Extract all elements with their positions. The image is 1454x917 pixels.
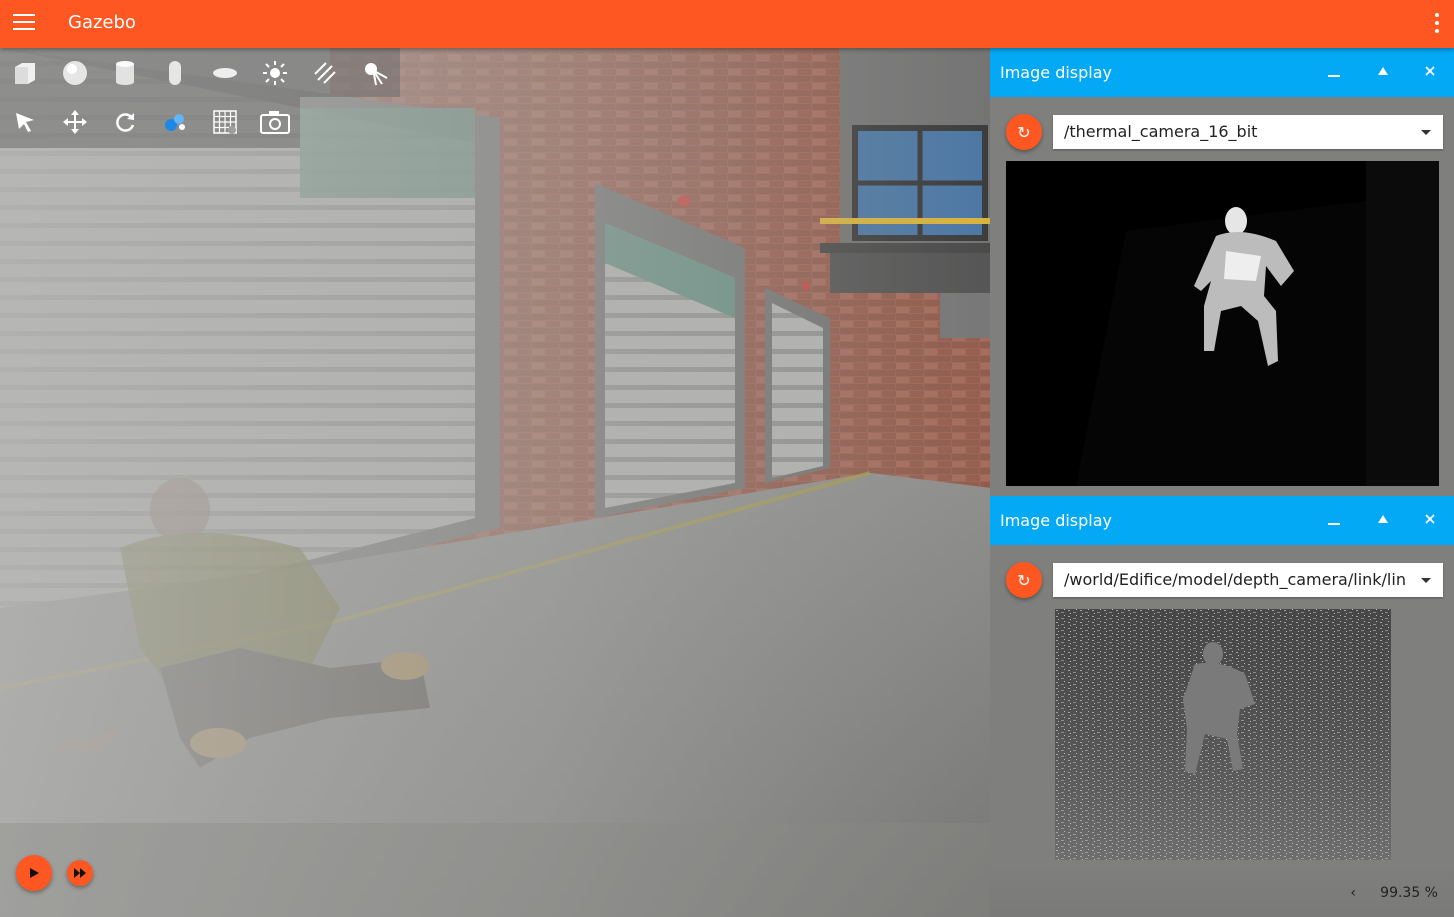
select-arrow-icon[interactable] — [0, 97, 50, 147]
transform-toolbar — [0, 97, 300, 148]
rotate-icon[interactable] — [100, 97, 150, 147]
fast-forward-icon — [74, 868, 86, 878]
close-icon[interactable] — [1420, 61, 1440, 81]
sphere-icon[interactable] — [50, 48, 100, 98]
refresh-button[interactable]: ↻ — [1006, 114, 1042, 150]
step-forward-button[interactable] — [67, 860, 93, 886]
panel-title: Image display — [1000, 63, 1113, 82]
translate-icon[interactable] — [50, 97, 100, 147]
panel-header: Image display — [990, 48, 1454, 97]
maximize-icon[interactable] — [1373, 61, 1393, 81]
play-button[interactable] — [16, 855, 52, 891]
image-display-panel-depth: Image display ↻ /world/Edifice/model/dep… — [990, 496, 1454, 870]
screenshot-camera-icon[interactable] — [250, 97, 300, 147]
topic-select-value: /thermal_camera_16_bit — [1064, 122, 1258, 141]
grid-icon[interactable] — [200, 97, 250, 147]
close-icon[interactable] — [1420, 509, 1440, 529]
depth-image-view — [1055, 609, 1391, 860]
thermal-image-view — [1006, 161, 1439, 486]
topic-select[interactable]: /world/Edifice/model/depth_camera/link/l… — [1053, 563, 1443, 597]
dropdown-caret-icon — [1421, 130, 1431, 135]
maximize-icon[interactable] — [1373, 509, 1393, 529]
topic-select-value: /world/Edifice/model/depth_camera/link/l… — [1064, 570, 1406, 589]
refresh-icon: ↻ — [1017, 122, 1031, 142]
app-title: Gazebo — [68, 12, 136, 33]
chevron-left-icon[interactable]: ‹ — [1350, 885, 1356, 901]
status-bar: ‹ 99.35 % — [1350, 885, 1438, 901]
minimize-icon[interactable] — [1324, 509, 1344, 529]
directional-light-icon[interactable] — [300, 48, 350, 98]
cylinder-icon[interactable] — [100, 48, 150, 98]
hamburger-menu-icon[interactable] — [13, 14, 35, 34]
app-header: Gazebo — [0, 0, 1454, 48]
panel-header: Image display — [990, 496, 1454, 545]
more-options-icon[interactable] — [1434, 13, 1440, 35]
sun-light-icon[interactable] — [250, 48, 300, 98]
ellipsoid-icon[interactable] — [200, 48, 250, 98]
minimize-icon[interactable] — [1324, 61, 1344, 81]
play-icon — [30, 868, 39, 878]
refresh-icon: ↻ — [1017, 570, 1031, 590]
panel-title: Image display — [1000, 511, 1113, 530]
refresh-button[interactable]: ↻ — [1006, 562, 1042, 598]
scale-icon[interactable] — [150, 97, 200, 147]
shapes-toolbar — [0, 48, 400, 97]
topic-select[interactable]: /thermal_camera_16_bit — [1053, 115, 1443, 149]
spot-light-icon[interactable] — [350, 48, 400, 98]
image-display-panel-thermal: Image display ↻ /thermal_camera_16_bit — [990, 48, 1454, 496]
dropdown-caret-icon — [1421, 578, 1431, 583]
box-icon[interactable] — [0, 48, 50, 98]
capsule-icon[interactable] — [150, 48, 200, 98]
real-time-factor: 99.35 % — [1380, 885, 1438, 901]
